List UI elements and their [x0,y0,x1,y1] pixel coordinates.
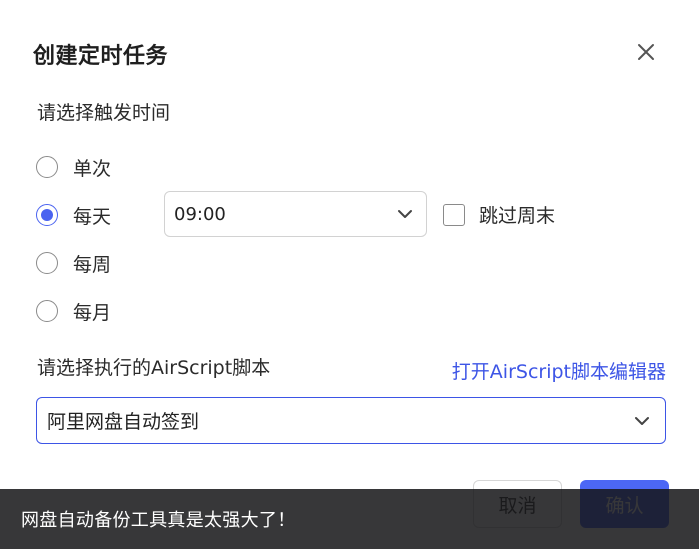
close-icon [638,44,654,60]
radio-button[interactable] [36,204,58,226]
chevron-down-icon [635,416,649,425]
open-airscript-editor-link[interactable]: 打开AirScript脚本编辑器 [452,357,666,384]
skip-weekend-label: 跳过周末 [479,205,556,227]
time-select-value: 09:00 [174,203,226,225]
radio-once[interactable]: 单次 [36,152,111,182]
script-select-value: 阿里网盘自动签到 [47,411,200,433]
toast-notification: 网盘自动备份工具真是太强大了！ [0,489,699,549]
radio-button[interactable] [36,300,58,322]
skip-weekend-option[interactable]: 跳过周末 [443,201,555,228]
radio-label: 单次 [73,157,112,180]
radio-daily[interactable]: 每天 [36,200,111,230]
trigger-time-label: 请选择触发时间 [37,102,171,124]
create-scheduled-task-dialog: 创建定时任务 请选择触发时间 单次 每天 每周 每月 09:00 跳过周末 请选… [0,0,699,549]
radio-button[interactable] [36,252,58,274]
radio-label: 每周 [73,253,112,276]
radio-label: 每天 [73,205,112,228]
script-select[interactable]: 阿里网盘自动签到 [36,397,666,444]
dialog-title: 创建定时任务 [33,44,169,69]
skip-weekend-checkbox[interactable] [443,203,465,226]
time-select[interactable]: 09:00 [164,191,427,237]
toast-message: 网盘自动备份工具真是太强大了！ [21,510,296,531]
chevron-down-icon [398,210,412,218]
radio-label: 每月 [73,301,112,324]
radio-monthly[interactable]: 每月 [36,296,111,326]
radio-button[interactable] [36,156,58,178]
close-button[interactable] [634,40,658,64]
script-select-label: 请选择执行的AirScript脚本 [37,357,271,379]
radio-weekly[interactable]: 每周 [36,248,111,278]
